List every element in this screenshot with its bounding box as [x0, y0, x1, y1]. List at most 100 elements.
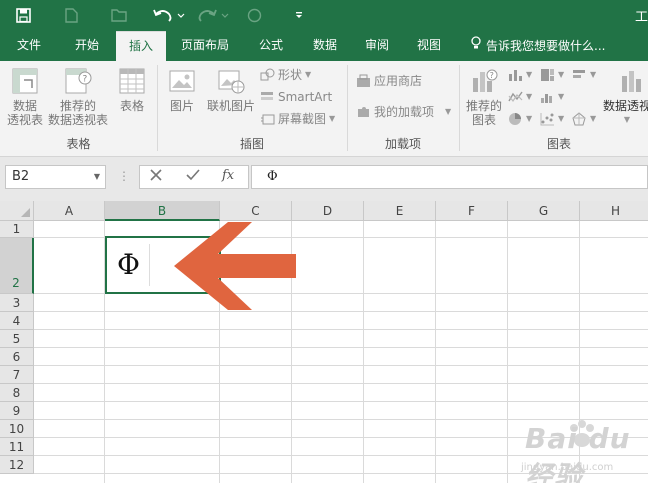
- statistic-chart-button[interactable]: ▼: [540, 88, 564, 106]
- screenshot-label: 屏幕截图: [278, 112, 327, 126]
- row-header[interactable]: 1: [0, 221, 34, 238]
- row-header[interactable]: 5: [0, 330, 34, 348]
- row-header[interactable]: 4: [0, 312, 34, 330]
- tab-review[interactable]: 审阅: [354, 31, 400, 61]
- svg-text:?: ?: [490, 71, 494, 80]
- bar-chart-icon: [573, 70, 585, 78]
- pie-chart-button[interactable]: ▼: [508, 110, 532, 128]
- cancel-icon[interactable]: [150, 169, 162, 185]
- cell-value: Φ: [117, 248, 140, 281]
- my-addins-label: 我的加载项: [374, 105, 435, 119]
- shapes-label: 形状: [278, 68, 303, 82]
- resize-handle-icon[interactable]: ⋮: [118, 169, 130, 183]
- shapes-button[interactable]: 形状 ▼: [260, 66, 311, 84]
- pie-chart-icon: [509, 113, 521, 125]
- row-header[interactable]: 12: [0, 456, 34, 474]
- column-header[interactable]: H: [580, 201, 648, 221]
- pivot-chart-button[interactable]: 数据透视 ▼: [603, 66, 648, 127]
- row-header[interactable]: 9: [0, 402, 34, 420]
- select-all-button[interactable]: [0, 201, 34, 221]
- gridline: [363, 221, 364, 483]
- row-header[interactable]: 7: [0, 366, 34, 384]
- new-icon[interactable]: [60, 4, 82, 26]
- save-icon[interactable]: [12, 4, 34, 26]
- undo-icon[interactable]: [151, 4, 187, 26]
- customize-icon[interactable]: [288, 4, 310, 26]
- pointer-arrow-icon: [174, 222, 296, 310]
- gridline: [34, 401, 648, 402]
- touch-icon[interactable]: [243, 4, 265, 26]
- ribbon-tabs: 文件 开始 插入 页面布局 公式 数据 审阅 视图 告诉我您想要做什么...: [0, 31, 648, 61]
- row-header-selected[interactable]: 2: [0, 238, 34, 294]
- bar-chart-button[interactable]: ▼: [572, 66, 596, 84]
- smartart-button[interactable]: SmartArt: [260, 88, 332, 106]
- recommended-charts-button[interactable]: ? 推荐的 图表: [462, 66, 506, 127]
- online-pictures-button[interactable]: 联机图片: [204, 66, 258, 113]
- my-addins-button[interactable]: 我的加载项 ▼: [356, 103, 451, 121]
- tab-view[interactable]: 视图: [406, 31, 452, 61]
- formula-bar: B2 ▼ ⋮ fx Φ: [0, 157, 648, 201]
- picture-icon: [169, 70, 195, 92]
- statistic-chart-icon: [541, 94, 552, 103]
- puzzle-icon: [358, 107, 369, 117]
- tab-home[interactable]: 开始: [62, 31, 112, 61]
- pivot-table-icon: [12, 68, 38, 94]
- tell-me-box[interactable]: 告诉我您想要做什么...: [470, 31, 605, 61]
- tab-file[interactable]: 文件: [4, 31, 54, 61]
- line-chart-button[interactable]: ▼: [508, 88, 532, 106]
- table-button[interactable]: 表格: [112, 66, 152, 113]
- column-header[interactable]: D: [292, 201, 364, 221]
- redo-icon[interactable]: [197, 4, 233, 26]
- tab-page-layout[interactable]: 页面布局: [174, 31, 236, 61]
- row-header[interactable]: 8: [0, 384, 34, 402]
- name-box-value: B2: [12, 169, 30, 184]
- online-pictures-label: 联机图片: [206, 99, 255, 113]
- store-button[interactable]: 应用商店: [356, 72, 422, 90]
- store-label: 应用商店: [374, 74, 423, 88]
- tell-me-text: 告诉我您想要做什么...: [486, 38, 606, 53]
- column-header[interactable]: E: [364, 201, 436, 221]
- column-header[interactable]: C: [220, 201, 292, 221]
- row-header[interactable]: 11: [0, 438, 34, 456]
- recommended-pivot-button[interactable]: ? 推荐的 数据透视表: [46, 66, 110, 127]
- gridline: [34, 365, 648, 366]
- column-chart-button[interactable]: ▼: [508, 66, 532, 84]
- column-header[interactable]: A: [34, 201, 105, 221]
- name-box[interactable]: B2 ▼: [5, 165, 106, 189]
- scatter-chart-button[interactable]: ▼: [540, 110, 564, 128]
- chevron-down-icon: ▼: [623, 115, 631, 124]
- smartart-label: SmartArt: [278, 90, 333, 104]
- column-header[interactable]: F: [436, 201, 508, 221]
- pictures-button[interactable]: 图片: [162, 66, 202, 113]
- column-header-selected[interactable]: B: [105, 201, 220, 221]
- radar-chart-button[interactable]: ▼: [572, 110, 596, 128]
- svg-text:?: ?: [83, 75, 88, 85]
- row-header[interactable]: 6: [0, 348, 34, 366]
- row-header[interactable]: 10: [0, 420, 34, 438]
- column-header[interactable]: G: [508, 201, 580, 221]
- pivot-chart-label: 数据透视: [603, 99, 648, 113]
- formula-input[interactable]: Φ: [251, 165, 648, 189]
- ribbon-insert: 数据 透视表 ? 推荐的 数据透视表 表格 表格 图片 联机图片 形状 ▼ Sm…: [0, 61, 648, 157]
- gridline: [34, 347, 648, 348]
- chevron-down-icon: ▼: [305, 70, 312, 79]
- gridline: [34, 383, 648, 384]
- tab-insert[interactable]: 插入: [116, 31, 166, 61]
- group-label-tables: 表格: [66, 137, 91, 151]
- screenshot-button[interactable]: 屏幕截图 ▼: [260, 110, 335, 128]
- pivot-table-button[interactable]: 数据 透视表: [4, 66, 46, 127]
- insert-function-icon[interactable]: fx: [222, 168, 234, 183]
- screenshot-icon: [261, 114, 275, 125]
- tab-data[interactable]: 数据: [302, 31, 348, 61]
- open-icon[interactable]: [108, 4, 130, 26]
- chevron-down-icon[interactable]: ▼: [94, 166, 100, 188]
- enter-icon[interactable]: [186, 169, 200, 185]
- baidu-watermark: Bai du 经验 jingyan.baidu.com: [495, 418, 645, 483]
- hierarchy-chart-button[interactable]: ▼: [540, 66, 564, 84]
- tab-formulas[interactable]: 公式: [248, 31, 294, 61]
- window-title: 工: [634, 10, 648, 25]
- recommended-chart-icon: ?: [473, 69, 498, 92]
- recommended-charts-label: 推荐的 图表: [465, 99, 502, 127]
- watermark-text: Bai du 经验: [525, 422, 631, 483]
- row-header[interactable]: 3: [0, 294, 34, 312]
